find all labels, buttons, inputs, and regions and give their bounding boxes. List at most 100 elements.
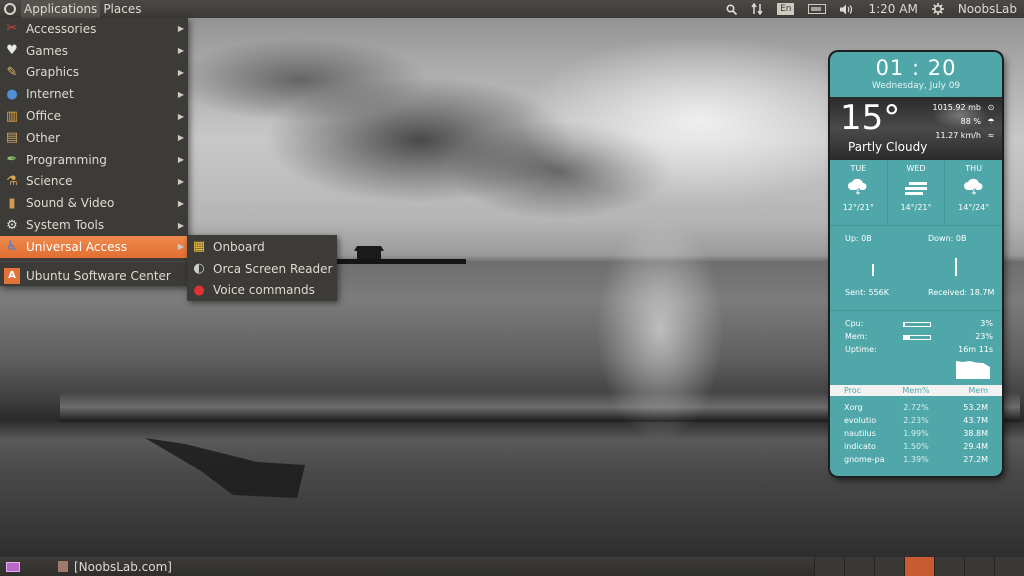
workspace-7[interactable] [994, 557, 1024, 576]
submenu-arrow-icon: ▶ [177, 220, 184, 230]
workspace-2[interactable] [844, 557, 874, 576]
games-icon: ♥ [6, 43, 18, 59]
submenu-item-voice-commands[interactable]: ● Voice commands [187, 279, 337, 301]
menu-item-ubuntu-software-center[interactable]: A Ubuntu Software Center [0, 265, 188, 287]
header-proc: Proc [844, 386, 862, 395]
submenu-arrow-icon: ▶ [177, 155, 184, 165]
current-temperature: 15° [840, 98, 901, 138]
weather-condition: Partly Cloudy [848, 140, 928, 154]
uptime-label: Uptime: [845, 345, 877, 354]
forecast-day: WED 14°/21° [888, 160, 946, 225]
network-monitor: Up: 0B Down: 0B Sent: 556K Received: 18.… [830, 226, 1002, 310]
forecast-temps: 12°/21° [842, 203, 874, 212]
widget-weather: 15° Partly Cloudy 1015.92 mb ⊙ 88 % ☂ 11.2… [830, 97, 1002, 160]
network-updown-icon[interactable] [744, 0, 770, 18]
process-mem: 27.2M [963, 455, 988, 464]
windy-icon [888, 174, 945, 202]
menu-item-accessories[interactable]: ✂ Accessories ▶ [0, 18, 188, 40]
total-received: Received: 18.7M [928, 288, 995, 297]
workspace-switcher [814, 557, 1024, 576]
process-row: evolutio 2.23% 43.7M [844, 414, 988, 427]
menu-item-sound-video[interactable]: ▮ Sound & Video ▶ [0, 192, 188, 214]
header-mem-pct: Mem% [902, 386, 930, 395]
menu-item-universal-access[interactable]: ♿ Universal Access ▶ [0, 235, 188, 258]
menu-item-label: Ubuntu Software Center [26, 268, 171, 283]
user-menu[interactable]: NoobsLab [951, 0, 1024, 18]
submenu-arrow-icon: ▶ [177, 89, 184, 99]
menu-item-system-tools[interactable]: ⚙ System Tools ▶ [0, 214, 188, 236]
show-desktop-icon[interactable] [6, 561, 20, 572]
submenu-arrow-icon: ▶ [177, 176, 184, 186]
menu-item-games[interactable]: ♥ Games ▶ [0, 40, 188, 62]
search-icon[interactable] [719, 0, 744, 18]
workspace-4[interactable] [904, 557, 934, 576]
menu-item-science[interactable]: ⚗ Science ▶ [0, 171, 188, 193]
submenu-item-onboard[interactable]: ▦ Onboard [187, 236, 337, 258]
process-mem-pct: 2.23% [903, 416, 929, 425]
menu-item-programming[interactable]: ✒ Programming ▶ [0, 149, 188, 171]
pressure-icon: ⊙ [987, 103, 995, 112]
cpu-bar-fill [904, 323, 905, 326]
process-row: Xorg 2.72% 53.2M [844, 401, 988, 414]
process-mem-pct: 1.50% [903, 442, 929, 451]
menu-item-internet[interactable]: ● Internet ▶ [0, 83, 188, 105]
submenu-arrow-icon: ▶ [177, 67, 184, 77]
system-tools-icon: ⚙ [6, 217, 18, 233]
pressure-value: 1015.92 mb [932, 103, 982, 112]
submenu-arrow-icon: ▶ [177, 242, 184, 252]
cpu-bar [903, 322, 931, 327]
submenu-arrow-icon: ▶ [177, 46, 184, 56]
submenu-item-orca-screen-reader[interactable]: ◐ Orca Screen Reader [187, 258, 337, 280]
process-mem-pct: 1.39% [903, 455, 929, 464]
weather-forecast: TUE 12°/21° WED 14°/21° THU 14°/24° [830, 160, 1002, 226]
forecast-temps: 14°/24° [958, 203, 990, 212]
weather-stats: 1015.92 mb ⊙ 88 % ☂ 11.27 km/h ≈ [933, 101, 997, 143]
other-icon: ▤ [5, 130, 19, 146]
universal-access-icon: ♿ [6, 239, 18, 255]
mem-bar-fill [904, 336, 910, 339]
wallpaper-beach-chair [145, 438, 305, 498]
clock[interactable]: 1:20 AM [861, 0, 924, 18]
upload-speed: Up: 0B [845, 234, 872, 243]
menu-item-label: Sound & Video [26, 196, 115, 211]
office-icon: ▥ [5, 108, 19, 124]
menu-item-graphics[interactable]: ✎ Graphics ▶ [0, 62, 188, 84]
workspace-6[interactable] [964, 557, 994, 576]
forecast-day: THU 14°/24° [945, 160, 1002, 225]
system-monitor: Cpu: 3% Mem: 23% Uptime: 16m 11s [830, 310, 1002, 385]
workspace-3[interactable] [874, 557, 904, 576]
accessories-icon: ✂ [6, 21, 18, 37]
menu-item-label: Games [26, 43, 68, 58]
sound-video-icon: ▮ [8, 195, 16, 211]
voice-commands-icon: ● [193, 282, 205, 298]
gear-icon[interactable] [925, 0, 951, 18]
cpu-value: 3% [980, 319, 993, 328]
menu-item-label: Internet [26, 87, 74, 102]
bottom-panel: [NoobsLab.com] [0, 557, 1024, 576]
taskbar-item[interactable]: [NoobsLab.com] [28, 557, 178, 576]
keyboard-layout-indicator[interactable]: En [770, 0, 801, 18]
internet-icon: ● [6, 86, 18, 102]
ubuntu-logo-icon [4, 3, 16, 15]
mem-bar [903, 335, 931, 340]
menu-item-other[interactable]: ▤ Other ▶ [0, 127, 188, 149]
submenu-arrow-icon: ▶ [177, 111, 184, 121]
onboard-icon: ▦ [192, 239, 206, 255]
places-menu[interactable]: Places [100, 0, 144, 18]
menu-item-label: Programming [26, 152, 107, 167]
taskbar-item-label: [NoobsLab.com] [74, 559, 172, 574]
volume-icon[interactable] [833, 0, 861, 18]
process-mem: 29.4M [963, 442, 988, 451]
workspace-5[interactable] [934, 557, 964, 576]
applications-menu[interactable]: Applications [21, 0, 101, 18]
total-sent: Sent: 556K [845, 288, 889, 297]
submenu-item-label: Onboard [213, 239, 265, 254]
desktop-info-widget: 01 : 20 Wednesday, July 09 15° Partly Cl… [830, 52, 1002, 476]
menu-item-office[interactable]: ▥ Office ▶ [0, 105, 188, 127]
widget-time: 01 : 20 [875, 56, 957, 80]
orca-icon: ◐ [193, 261, 205, 277]
wallpaper-pier [336, 259, 466, 264]
top-panel: Applications Places En 1:20 AM NoobsLab [0, 0, 1024, 18]
battery-icon[interactable] [801, 0, 833, 18]
workspace-1[interactable] [814, 557, 844, 576]
